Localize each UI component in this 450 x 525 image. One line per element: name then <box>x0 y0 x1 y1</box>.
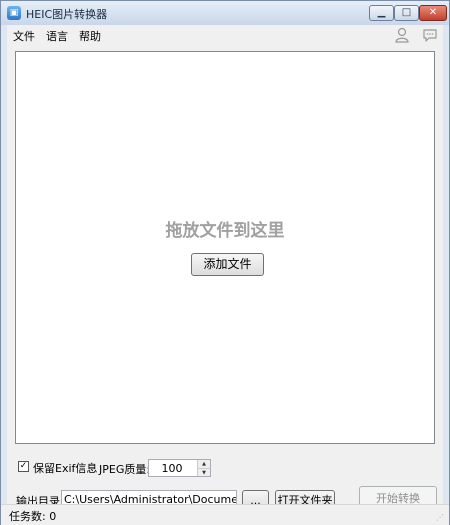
add-file-button[interactable]: 添加文件 <box>191 253 264 276</box>
window-title: HEIC图片转换器 <box>26 8 108 21</box>
stepper-up-icon[interactable]: ▲ <box>198 460 210 468</box>
status-bar: 任务数: 0 ⋰ <box>1 504 449 525</box>
title-bar[interactable]: ▣ HEIC图片转换器 ▁ □ ✕ <box>1 1 449 25</box>
app-window: ▣ HEIC图片转换器 ▁ □ ✕ 文件 语言 帮助 拖放文件到这里 添加文件 … <box>0 0 450 525</box>
menu-help[interactable]: 帮助 <box>79 28 101 44</box>
maximize-button[interactable]: □ <box>394 5 419 21</box>
jpeg-quality-value[interactable]: 100 <box>149 462 195 475</box>
menu-bar: 文件 语言 帮助 <box>7 25 443 45</box>
minimize-button[interactable]: ▁ <box>369 5 394 21</box>
app-icon: ▣ <box>7 6 21 20</box>
stepper-down-icon[interactable]: ▼ <box>198 468 210 476</box>
menu-language[interactable]: 语言 <box>46 28 68 44</box>
keep-exif-label: 保留Exif信息 <box>33 462 98 475</box>
resize-grip-icon[interactable]: ⋰ <box>436 513 446 523</box>
client-area: 文件 语言 帮助 拖放文件到这里 添加文件 ✓ 保留Exif信息 JPEG质量:… <box>7 25 443 519</box>
chat-icon[interactable] <box>422 27 438 43</box>
menu-file[interactable]: 文件 <box>13 28 35 44</box>
jpeg-quality-stepper[interactable]: 100 ▲ ▼ <box>148 459 211 477</box>
keep-exif-checkbox[interactable]: ✓ <box>18 461 29 472</box>
file-drop-zone[interactable]: 拖放文件到这里 添加文件 <box>15 51 435 444</box>
task-count: 任务数: 0 <box>9 510 57 523</box>
close-button[interactable]: ✕ <box>419 5 447 21</box>
chat-icon-glyph <box>423 29 437 42</box>
user-icon[interactable] <box>394 27 410 43</box>
stepper-arrows: ▲ ▼ <box>197 460 210 476</box>
drop-hint: 拖放文件到这里 <box>165 221 285 241</box>
user-icon-glyph <box>395 27 409 43</box>
jpeg-quality-label: JPEG质量: <box>99 463 151 476</box>
